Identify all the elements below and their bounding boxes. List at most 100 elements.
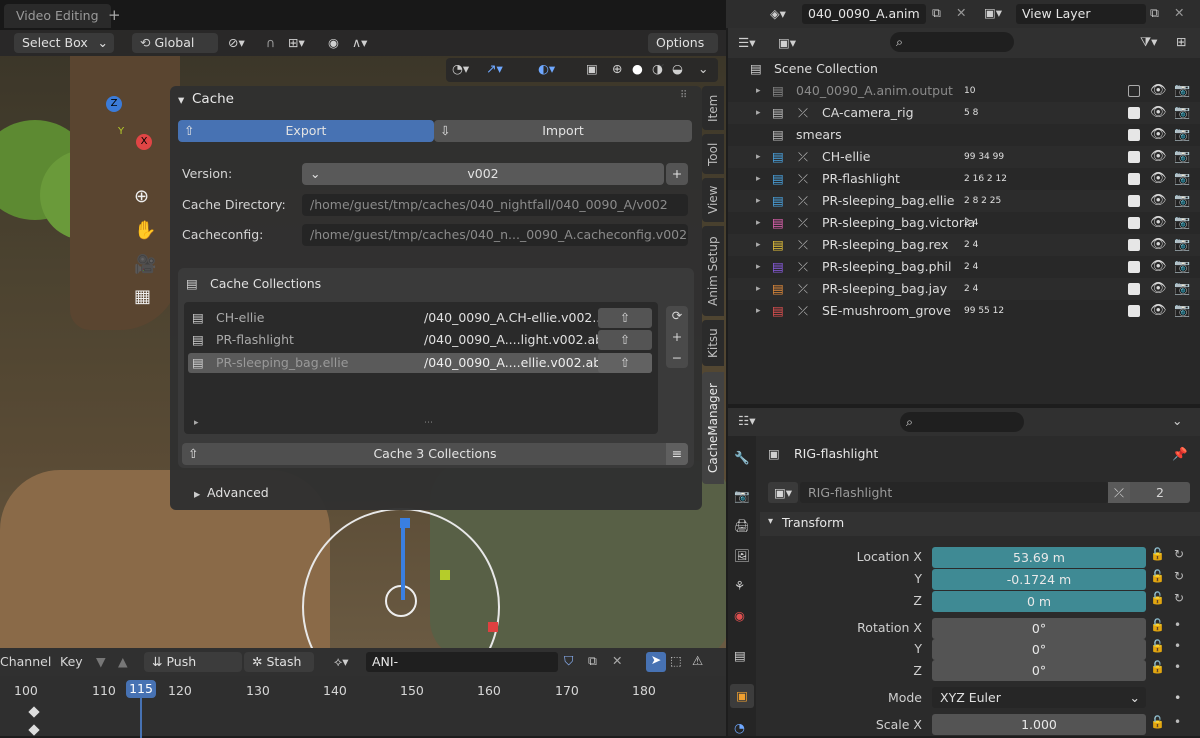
- expand-arrow-icon[interactable]: ▸: [756, 80, 761, 102]
- datablock-name-field[interactable]: RIG-flashlight: [800, 482, 1108, 503]
- editor-type-icon[interactable]: ☷▾: [738, 413, 755, 428]
- outliner-row[interactable]: ▸ ▤ ⤫ PR-sleeping_bag.victoria 2 4 👁 📷: [728, 212, 1200, 234]
- keyframe-dot-icon[interactable]: •: [1174, 715, 1181, 729]
- outliner-row[interactable]: ▸ ▤ ⤫ PR-sleeping_bag.phil 2 4 👁 📷: [728, 256, 1200, 278]
- camera-icon[interactable]: 📷: [1174, 124, 1190, 146]
- eye-icon[interactable]: 👁: [1150, 80, 1167, 102]
- expand-arrow-icon[interactable]: ▸: [756, 190, 761, 212]
- exclude-checkbox[interactable]: [1128, 283, 1140, 295]
- options-dropdown[interactable]: Options ⌄: [648, 33, 718, 70]
- camera-icon[interactable]: 📷: [1174, 234, 1190, 256]
- datablock-browse-icon[interactable]: ▣▾: [768, 482, 798, 503]
- pin-icon[interactable]: 📌: [1172, 446, 1188, 462]
- xray-icon[interactable]: ▣: [586, 61, 598, 76]
- remove-item-button[interactable]: −: [666, 347, 688, 368]
- expand-arrow-icon[interactable]: ▸: [756, 256, 761, 278]
- outliner-root[interactable]: ▤ Scene Collection: [728, 58, 1200, 80]
- fake-user-icon[interactable]: ⤫: [1108, 482, 1130, 503]
- action-name-field[interactable]: ANI-flashlight.040_0090_A.v001: [366, 652, 558, 689]
- expand-arrow-icon[interactable]: ▸: [756, 146, 761, 168]
- lock-icon[interactable]: 🔓: [1150, 618, 1165, 632]
- cache-panel-title[interactable]: Cache: [192, 91, 234, 107]
- lock-icon[interactable]: 🔓: [1150, 547, 1165, 561]
- material-shading-icon[interactable]: ◑: [652, 61, 663, 76]
- animate-dot-icon[interactable]: •: [1174, 690, 1181, 705]
- view-layer-icon[interactable]: ▣▾: [984, 5, 1002, 20]
- rendered-shading-icon[interactable]: ◒: [672, 61, 683, 76]
- eye-icon[interactable]: 👁: [1150, 300, 1167, 322]
- gizmo-x-handle[interactable]: [488, 622, 498, 632]
- keyframe[interactable]: [28, 724, 40, 736]
- eye-icon[interactable]: 👁: [1150, 146, 1167, 168]
- output-icon[interactable]: 🖨: [734, 518, 750, 534]
- eye-icon[interactable]: 👁: [1150, 168, 1167, 190]
- scene-icon[interactable]: ⚘: [734, 578, 745, 593]
- keyframe-dot-icon[interactable]: ↻: [1174, 591, 1184, 605]
- snap-target-icon[interactable]: ⊞▾: [288, 35, 305, 50]
- scene-name-field[interactable]: 040_0090_A.anim: [802, 4, 926, 24]
- eye-icon[interactable]: 👁: [1150, 278, 1167, 300]
- camera-icon[interactable]: 📷: [1174, 168, 1190, 190]
- camera-icon[interactable]: 📷: [1174, 278, 1190, 300]
- tab-kitsu[interactable]: Kitsu: [702, 320, 724, 366]
- select-cursor-icon[interactable]: ➤: [646, 652, 666, 672]
- outliner-row[interactable]: ▸ ▤ ⤫ CA-camera_rig 5 8 👁 📷: [728, 102, 1200, 124]
- filter-icon[interactable]: ⧩▾: [1140, 34, 1157, 50]
- view-layer-field[interactable]: View Layer: [1016, 4, 1146, 24]
- shading-options-icon[interactable]: ⌄: [698, 61, 708, 76]
- object-icon[interactable]: ▣: [730, 684, 754, 708]
- copy-action-icon[interactable]: ⧉: [588, 653, 597, 669]
- unlink-action-icon[interactable]: ✕: [612, 653, 622, 668]
- outliner-row[interactable]: ▸ ▤ ⤫ PR-flashlight 2 16 2 12 👁 📷: [728, 168, 1200, 190]
- eye-icon[interactable]: 👁: [1150, 234, 1167, 256]
- tab-view[interactable]: View: [702, 178, 724, 222]
- eye-icon[interactable]: 👁: [1150, 212, 1167, 234]
- exclude-checkbox[interactable]: [1128, 239, 1140, 251]
- view-layer-icon[interactable]: 🖼: [734, 548, 750, 564]
- key-menu[interactable]: Key: [60, 654, 83, 669]
- new-collection-icon[interactable]: ⊞: [1176, 34, 1186, 49]
- nav-gizmo-x[interactable]: X: [136, 134, 152, 150]
- tab-tool[interactable]: Tool: [702, 134, 724, 174]
- location-x-field[interactable]: 53.69 m: [932, 547, 1146, 568]
- exclude-checkbox[interactable]: [1128, 151, 1140, 163]
- list-resize-handle-icon[interactable]: ⋯: [424, 418, 433, 428]
- wireframe-shading-icon[interactable]: ⊕: [612, 61, 622, 76]
- export-tab[interactable]: ⇧ Export: [178, 120, 434, 142]
- move-up-icon[interactable]: ▲: [118, 654, 128, 669]
- keyframe-dot-icon[interactable]: •: [1174, 660, 1181, 674]
- keyframe-dot-icon[interactable]: ↻: [1174, 547, 1184, 561]
- nav-gizmo-y[interactable]: Y: [118, 126, 124, 137]
- users-count[interactable]: 2: [1130, 482, 1190, 503]
- keyframe[interactable]: [28, 706, 40, 718]
- rotation-mode-dropdown[interactable]: XYZ Euler ⌄: [932, 687, 1146, 708]
- display-mode-icon[interactable]: ▣▾: [778, 35, 796, 50]
- exclude-checkbox[interactable]: [1128, 305, 1140, 317]
- gizmo-z-handle[interactable]: [400, 518, 410, 528]
- push-down-button[interactable]: ⇊ Push Down: [144, 652, 242, 689]
- copy-view-layer-icon[interactable]: ⧉: [1150, 5, 1159, 21]
- expand-arrow-icon[interactable]: ▸: [756, 168, 761, 190]
- camera-icon[interactable]: 📷: [1174, 146, 1190, 168]
- lock-icon[interactable]: 🔓: [1150, 639, 1165, 653]
- proportional-edit-icon[interactable]: ◉: [328, 35, 339, 50]
- list-item[interactable]: ▤ PR-flashlight /040_0090_A....light.v00…: [188, 330, 652, 350]
- render-icon[interactable]: 📷: [734, 488, 750, 504]
- gizmo-y-handle[interactable]: [440, 570, 450, 580]
- collection-icon[interactable]: ▤: [734, 648, 746, 663]
- camera-icon[interactable]: 📷: [1174, 256, 1190, 278]
- keyframe-dot-icon[interactable]: •: [1174, 618, 1181, 632]
- list-item-selected[interactable]: ▤ PR-sleeping_bag.ellie /040_0090_A....e…: [188, 353, 652, 373]
- exclude-checkbox[interactable]: [1128, 173, 1140, 185]
- exclude-checkbox[interactable]: [1128, 195, 1140, 207]
- outliner-search-input[interactable]: ⌕: [890, 32, 1014, 52]
- modifier-icon[interactable]: ◔: [734, 720, 745, 735]
- transform-header[interactable]: ▾ Transform: [760, 512, 1200, 536]
- tab-item[interactable]: Item: [702, 86, 724, 130]
- outliner-row[interactable]: ▤ smears 👁 📷: [728, 124, 1200, 146]
- exclude-checkbox[interactable]: [1128, 129, 1140, 141]
- tab-cachemanager[interactable]: CacheManager: [702, 372, 724, 484]
- close-scene-icon[interactable]: ✕: [956, 5, 966, 20]
- ortho-grid-icon[interactable]: ▦: [134, 286, 151, 307]
- list-item[interactable]: ▤ CH-ellie /040_0090_A.CH-ellie.v002....…: [188, 308, 652, 328]
